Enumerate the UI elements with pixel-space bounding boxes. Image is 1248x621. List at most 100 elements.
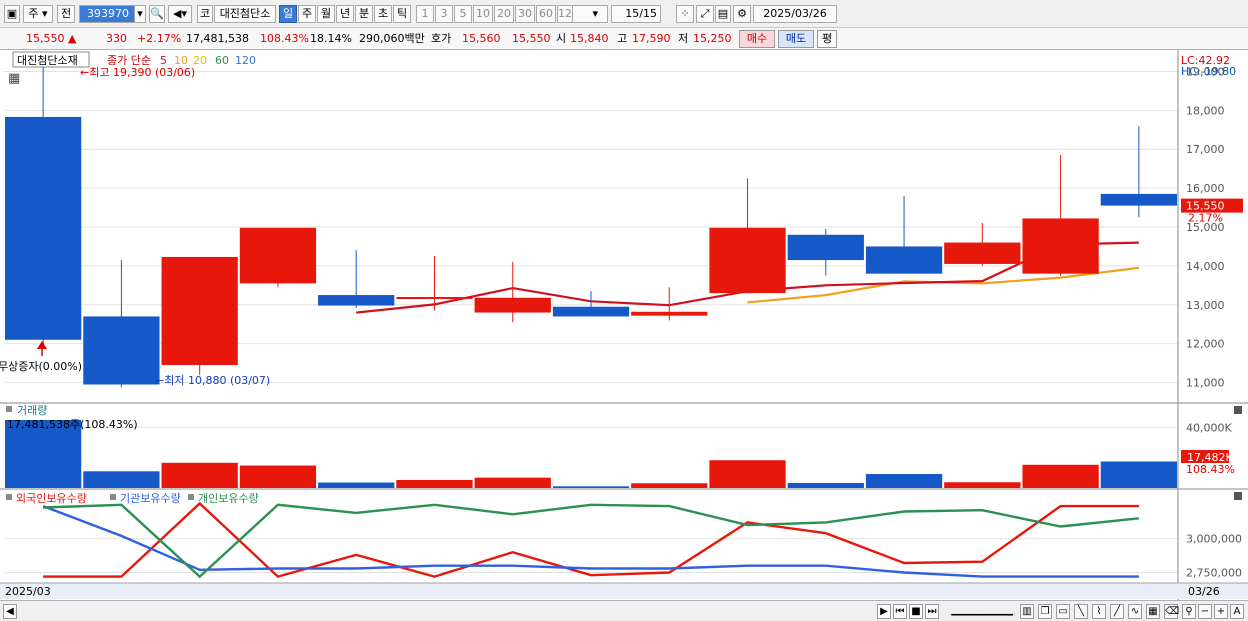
scroll-right-icon[interactable]: ▶ [877, 604, 891, 619]
bid-label: 호가 [431, 32, 452, 45]
save-icon[interactable]: ▤ [715, 5, 731, 23]
sell-button[interactable]: 매도 [778, 30, 814, 48]
interval-button[interactable]: 10 [473, 5, 493, 23]
candle-body [631, 311, 708, 316]
ruler-icon[interactable]: ⌇ [1092, 604, 1106, 619]
market-select[interactable]: 주 ▾ [23, 5, 53, 23]
hc-label: HC:-19.80 [1181, 65, 1236, 78]
volume-bar [474, 477, 551, 488]
eval-button[interactable]: 평 [817, 30, 837, 48]
zoom-slider[interactable]: ▁▁▁▁▁▁▁▁ [947, 604, 1017, 619]
volume-bar [396, 479, 473, 488]
zoom-icon[interactable]: ⚲ [1182, 604, 1196, 619]
candle-body [709, 227, 786, 294]
window-menu-icon[interactable]: ▣ [4, 5, 20, 23]
high-price: 17,590 [632, 32, 671, 45]
period-button[interactable]: 주 [298, 5, 316, 23]
high-annotation: ←최고 19,390 (03/06) [80, 66, 195, 79]
panel-close-icon [1234, 492, 1242, 500]
candle-body [396, 297, 473, 299]
forward-icon[interactable]: ⏭ [925, 604, 939, 619]
volume-bar [1100, 461, 1177, 488]
volume-bar [865, 474, 943, 488]
turnover-pct: 18.14% [310, 32, 352, 45]
volume-bar [944, 482, 1021, 488]
prev-button[interactable]: 전 [57, 5, 75, 23]
volume-bar [318, 482, 395, 488]
stock-code-input[interactable]: 393970 [79, 5, 137, 23]
interval-button[interactable]: 30 [515, 5, 535, 23]
candle-body [787, 234, 864, 261]
volume-bar [83, 471, 160, 488]
scroll-left-icon[interactable]: ◀ [3, 604, 17, 619]
interval-button[interactable]: 3 [435, 5, 453, 23]
eraser-icon[interactable]: ⌫ [1164, 604, 1179, 619]
holding-legend-2: 개인보유수량 [198, 492, 259, 505]
grid-toggle-icon: ▦ [8, 71, 20, 86]
price-tick-label: 13,000 [1186, 299, 1225, 312]
legend-ma-120: 120 [235, 54, 256, 67]
date-input[interactable]: 2025/03/26 [753, 5, 837, 23]
volume-pct: 108.43% [260, 32, 309, 45]
candle-body [865, 246, 943, 274]
holding-tick-label: 2,750,000 [1186, 567, 1242, 580]
plus-icon[interactable]: + [1214, 604, 1228, 619]
copy-icon[interactable]: ❐ [1038, 604, 1052, 619]
font-icon[interactable]: A [1230, 604, 1244, 619]
frame-icon[interactable]: ▭ [1056, 604, 1070, 619]
current-price: 15,550 ▲ [26, 32, 77, 45]
candle-body [1100, 193, 1177, 206]
price-tick-label: 17,000 [1186, 143, 1225, 156]
stock-name: 대진첨단소 [214, 5, 276, 23]
series-marker [110, 494, 116, 500]
image-icon[interactable]: ▦ [1146, 604, 1160, 619]
line-icon[interactable]: ╱ [1110, 604, 1124, 619]
candle-body [1022, 218, 1099, 274]
volume-value: 17,481,538 [186, 32, 249, 45]
panel-close-icon [1234, 406, 1242, 414]
draw-tool-icon[interactable]: ⤢ [696, 5, 714, 23]
interval-button[interactable]: 5 [454, 5, 472, 23]
wave-icon[interactable]: ∿ [1128, 604, 1142, 619]
chart-title: 대진첨단소재 [17, 54, 78, 67]
period-button[interactable]: 일 [279, 5, 297, 23]
volume-bar [239, 465, 317, 488]
period-button[interactable]: 월 [317, 5, 335, 23]
quote-bar: 15,550 ▲ 330 +2.17% 17,481,538 108.43% 1… [0, 28, 1248, 50]
volume-bar [1022, 464, 1099, 488]
period-button[interactable]: 분 [355, 5, 373, 23]
event-annotation: 무상증자(0.00%) [0, 360, 82, 373]
sound-icon[interactable]: ◀▾ [168, 5, 192, 23]
period-button[interactable]: 초 [374, 5, 392, 23]
scroll-icon[interactable]: ⁘ [676, 5, 694, 23]
minus-icon[interactable]: − [1198, 604, 1212, 619]
code-dropdown-icon[interactable]: ▾ [134, 5, 146, 23]
search-icon[interactable]: 🔍 [149, 5, 165, 23]
candle-body [552, 306, 630, 317]
low-label: 저 [678, 32, 689, 45]
interval-button[interactable]: 60 [536, 5, 556, 23]
price-change: 330 [106, 32, 127, 45]
volume-bar [631, 483, 708, 488]
name-prefix: 코 [197, 5, 213, 23]
count-input[interactable]: 15/15 [611, 5, 661, 23]
interval-button[interactable]: 20 [494, 5, 514, 23]
interval-button[interactable]: 1 [416, 5, 434, 23]
price-change-pct: +2.17% [137, 32, 182, 45]
interval-dropdown[interactable]: ▾ [572, 5, 608, 23]
layout-icon[interactable]: ▥ [1020, 604, 1034, 619]
buy-button[interactable]: 매수 [739, 30, 775, 48]
candle-body [474, 297, 551, 313]
stop-icon[interactable]: ■ [909, 604, 923, 619]
period-button[interactable]: 년 [336, 5, 354, 23]
candle-body [83, 316, 160, 385]
candle-body [239, 227, 317, 284]
gear-icon[interactable]: ⚙ [733, 5, 751, 23]
volume-bar [709, 460, 786, 488]
rewind-icon[interactable]: ⏮ [893, 604, 907, 619]
chart-scrollbar[interactable]: ◀ ▶ ⏮ ■ ⏭ ▁▁▁▁▁▁▁▁ ▥ ❐ ▭ ╲ ⌇ ╱ ∿ ▦ ⌫ ⚲ −… [0, 600, 1248, 621]
tool-icon[interactable]: ╲ [1074, 604, 1088, 619]
candle-body [161, 256, 238, 366]
bid-price-1: 15,560 [462, 32, 501, 45]
period-button[interactable]: 틱 [393, 5, 411, 23]
